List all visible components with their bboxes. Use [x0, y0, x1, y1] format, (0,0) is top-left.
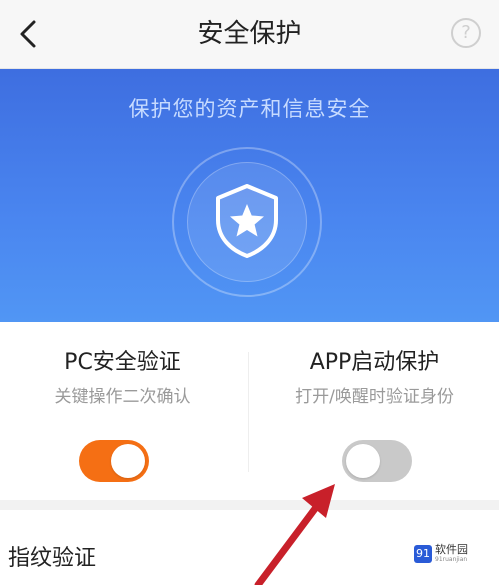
watermark-name: 软件园 — [435, 543, 468, 556]
site-watermark: 91 软件园 91ruanjian — [412, 540, 494, 568]
watermark-site: 91ruanjian — [435, 556, 468, 563]
fingerprint-label: 指纹验证 — [8, 546, 97, 571]
app-launch-protection-title: APP启动保护 — [309, 350, 440, 375]
page-title: 安全保护 — [197, 19, 302, 49]
pc-verification-card: PC安全验证 关键操作二次确认 — [0, 322, 245, 500]
card-divider — [248, 352, 249, 472]
app-launch-protection-toggle[interactable] — [342, 440, 412, 482]
shield-star-icon — [216, 184, 278, 258]
pc-verification-toggle[interactable] — [79, 440, 149, 482]
toggle-knob — [111, 444, 145, 478]
hero-tagline: 保护您的资产和信息安全 — [128, 97, 371, 121]
toggle-knob — [346, 444, 380, 478]
app-header: 安全保护 ? — [0, 0, 499, 69]
watermark-logo: 91 — [414, 545, 432, 563]
security-hero: 保护您的资产和信息安全 — [0, 69, 499, 322]
pc-verification-subtitle: 关键操作二次确认 — [54, 387, 191, 407]
help-button[interactable]: ? — [451, 18, 481, 48]
app-launch-protection-subtitle: 打开/唤醒时验证身份 — [295, 387, 454, 407]
red-arrow-annotation — [254, 484, 335, 585]
pc-verification-title: PC安全验证 — [64, 350, 181, 375]
